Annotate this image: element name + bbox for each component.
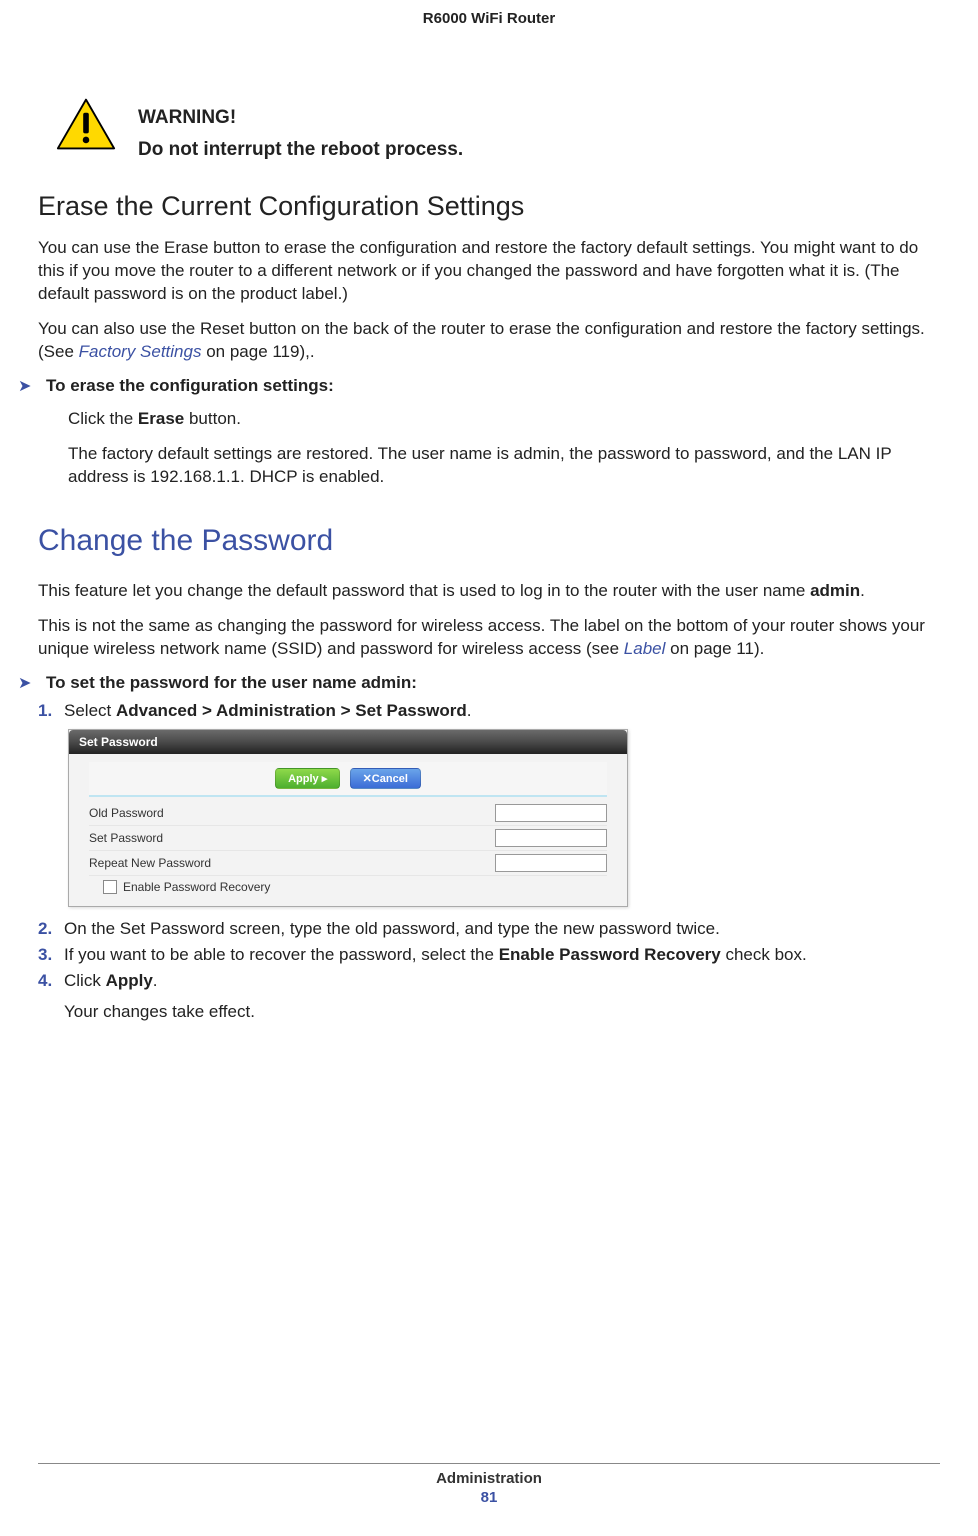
page-header: R6000 WiFi Router (38, 10, 940, 27)
text: . (153, 971, 158, 990)
step-number: 3. (38, 945, 64, 965)
cancel-button[interactable]: ✕Cancel (350, 768, 421, 789)
para-cp-2: This is not the same as changing the pas… (38, 615, 940, 661)
warning-icon (56, 97, 116, 151)
para-erase-2: You can also use the Reset button on the… (38, 318, 940, 364)
step-number: 2. (38, 919, 64, 939)
text-apply: Apply (106, 971, 153, 990)
text: Select (64, 701, 116, 720)
text: on page 119),. (201, 342, 314, 361)
link-label[interactable]: Label (624, 639, 666, 658)
text: Click the (68, 409, 138, 428)
set-password-screenshot: Set Password Apply ▸ ✕Cancel Old Passwor… (68, 729, 628, 907)
step-3-body: If you want to be able to recover the pa… (64, 945, 940, 965)
para-cp-1: This feature let you change the default … (38, 580, 940, 603)
label-set-password: Set Password (89, 831, 163, 845)
erase-button-ref: Erase (138, 409, 184, 428)
warning-block: WARNING! Do not interrupt the reboot pro… (56, 97, 940, 161)
para-erase-1: You can use the Erase button to erase th… (38, 237, 940, 306)
label-old-password: Old Password (89, 806, 164, 820)
input-repeat-password[interactable] (495, 854, 607, 872)
text: check box. (721, 945, 807, 964)
input-set-password[interactable] (495, 829, 607, 847)
heading-change-password: Change the Password (38, 524, 940, 558)
step-1-body: Select Advanced > Administration > Set P… (64, 701, 940, 721)
heading-erase: Erase the Current Configuration Settings (38, 191, 940, 222)
panel-title: Set Password (69, 730, 627, 754)
procedure-bullet-icon: ➤ (18, 376, 38, 398)
page-footer: Administration 81 (38, 1463, 940, 1506)
label-enable-recovery: Enable Password Recovery (123, 880, 270, 894)
step-number: 1. (38, 701, 64, 721)
step-4-result: Your changes take effect. (64, 1001, 940, 1024)
text: . (467, 701, 472, 720)
text-admin: admin (810, 581, 860, 600)
text: This feature let you change the default … (38, 581, 810, 600)
warning-label: WARNING! (138, 107, 463, 129)
step-erase-click: Click the Erase button. (68, 408, 940, 431)
procedure-title-setpw: To set the password for the user name ad… (46, 673, 417, 693)
text: This is not the same as changing the pas… (38, 616, 925, 658)
checkbox-enable-recovery[interactable] (103, 880, 117, 894)
procedure-bullet-icon: ➤ (18, 673, 38, 695)
text: . (860, 581, 865, 600)
step-2-body: On the Set Password screen, type the old… (64, 919, 940, 939)
step-4-body: Click Apply. (64, 971, 940, 991)
warning-body: Do not interrupt the reboot process. (138, 139, 463, 161)
menu-path: Advanced > Administration > Set Password (116, 701, 467, 720)
text: Click (64, 971, 106, 990)
text: button. (184, 409, 241, 428)
step-number: 4. (38, 971, 64, 991)
input-old-password[interactable] (495, 804, 607, 822)
footer-page-number: 81 (38, 1489, 940, 1506)
procedure-title-erase: To erase the configuration settings: (46, 376, 334, 396)
step-erase-result: The factory default settings are restore… (68, 443, 940, 489)
apply-button[interactable]: Apply ▸ (275, 768, 340, 789)
text-enable-recovery: Enable Password Recovery (499, 945, 721, 964)
text: on page 11). (665, 639, 764, 658)
label-repeat-password: Repeat New Password (89, 856, 211, 870)
link-factory-settings[interactable]: Factory Settings (79, 342, 202, 361)
text: If you want to be able to recover the pa… (64, 945, 499, 964)
footer-section: Administration (38, 1470, 940, 1487)
